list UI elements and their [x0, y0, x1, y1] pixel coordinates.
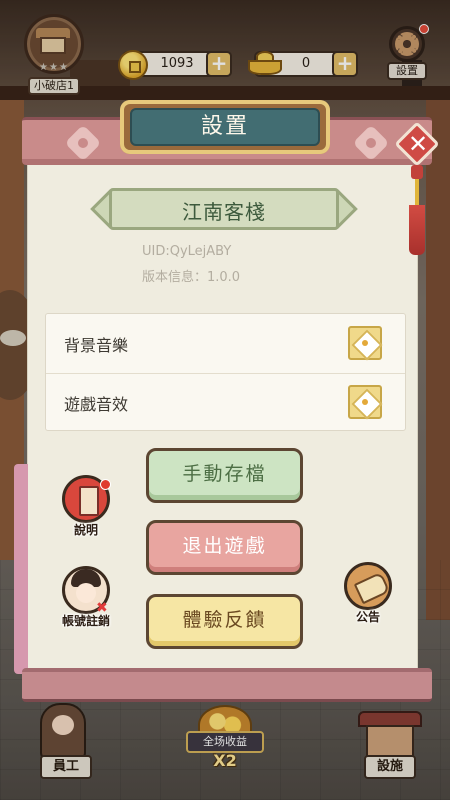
- close-icon[interactable]: ✕: [404, 128, 432, 160]
- feedback-button[interactable]: 體驗反饋: [146, 594, 303, 649]
- version-info: 版本信息：1.0.0: [142, 270, 241, 285]
- sfx-label: 遊戲音效: [64, 395, 129, 414]
- user-id: UID:QyLejABY: [142, 244, 232, 259]
- inn-name-banner: 江南客棧: [90, 188, 358, 230]
- music-label: 背景音樂: [64, 336, 129, 355]
- flower-ornament-icon: [352, 124, 390, 162]
- exit-game-button[interactable]: 退出遊戲: [146, 520, 303, 575]
- tassel-decor: [409, 165, 425, 255]
- music-setting-row: 背景音樂: [46, 314, 405, 373]
- dialog-title: 設置: [130, 108, 320, 146]
- audio-settings: 背景音樂 遊戲音效: [45, 313, 406, 431]
- music-toggle[interactable]: [348, 326, 382, 360]
- scroll-edge: [14, 464, 28, 674]
- dialog-title-plaque: 設置: [120, 100, 330, 154]
- inn-name: 江南客棧: [182, 200, 266, 224]
- sfx-toggle[interactable]: [348, 385, 382, 419]
- guide-label: 說明: [73, 523, 98, 537]
- manual-save-button[interactable]: 手動存檔: [146, 448, 303, 503]
- delete-account-button[interactable]: ✖ 帳號註銷: [56, 566, 116, 630]
- notification-dot: [100, 479, 111, 490]
- scroll-bottom-roller: [22, 668, 432, 702]
- sfx-setting-row: 遊戲音效: [46, 373, 405, 432]
- guide-button[interactable]: 說明: [56, 475, 116, 539]
- delete-account-label: 帳號註銷: [61, 614, 110, 628]
- announcement-label: 公告: [355, 610, 380, 624]
- megaphone-icon: [344, 562, 392, 610]
- announcement-button[interactable]: 公告: [338, 562, 398, 626]
- flower-ornament-icon: [64, 124, 102, 162]
